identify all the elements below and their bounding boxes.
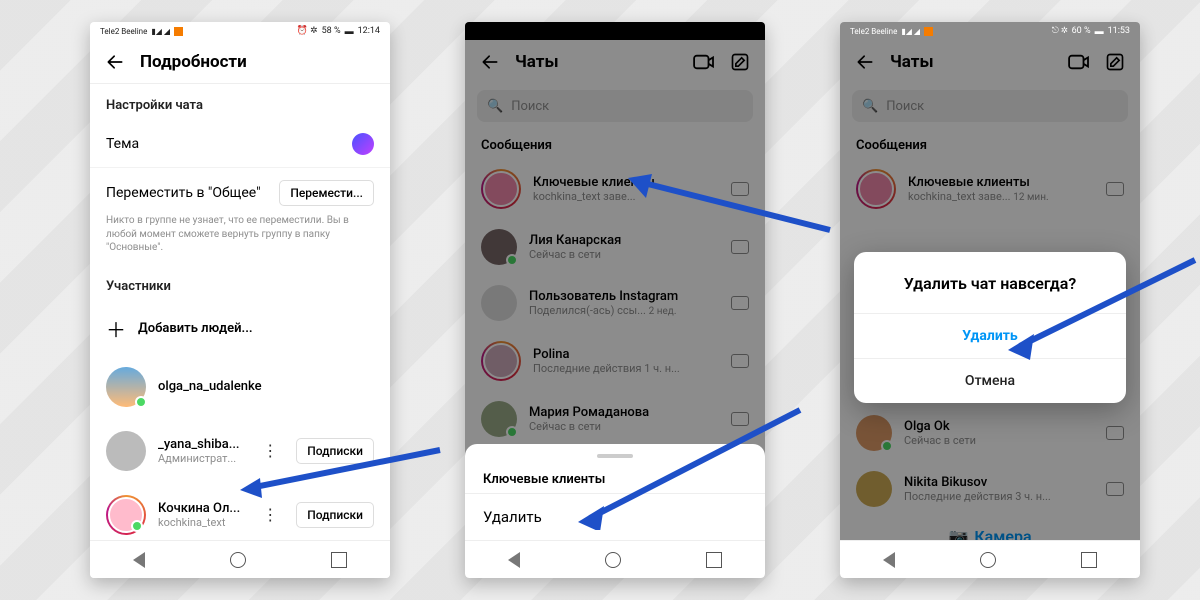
phone-details: Tele2 Beeline▮◢ ◢ ⏰ ✲58 %▬12:14 Подробно… (90, 22, 390, 578)
more-icon[interactable]: ⋮ (256, 441, 284, 460)
more-icon[interactable]: ⋮ (256, 505, 284, 524)
header: Чаты (465, 40, 765, 84)
phone-chats-sheet: Чаты 🔍 Поиск Сообщения Ключевые клиентыko… (465, 22, 765, 578)
nav-back-icon[interactable] (883, 552, 895, 568)
header: Чаты (840, 40, 1140, 84)
move-button[interactable]: Перемести... (279, 180, 374, 206)
delete-dialog: Удалить чат навсегда? Удалить Отмена (854, 252, 1126, 403)
phone-chats-dialog: Tele2 Beeline▮◢ ◢ ⎋ ✲60 %▬11:53 Чаты 🔍 По… (840, 22, 1140, 578)
member-name: _yana_shiba... (158, 437, 244, 452)
avatar (481, 341, 521, 381)
sheet-title: Ключевые клиенты (465, 466, 765, 493)
move-row: Переместить в "Общее" Перемести... (90, 168, 390, 210)
avatar (481, 285, 517, 321)
avatar (856, 169, 896, 209)
delete-option[interactable]: Удалить (465, 493, 765, 540)
compose-icon[interactable] (729, 51, 751, 73)
members-section-label: Участники (90, 265, 390, 302)
nav-back-icon[interactable] (508, 552, 520, 568)
member-name: olga_na_udalenke (158, 379, 374, 394)
avatar (856, 471, 892, 507)
search-input[interactable]: 🔍 Поиск (477, 90, 753, 122)
carrier: Tele2 Beeline (100, 27, 147, 36)
android-navbar (465, 540, 765, 578)
android-navbar (90, 540, 390, 578)
add-people-label: Добавить людей... (138, 321, 374, 336)
camera-icon[interactable] (731, 354, 749, 368)
camera-icon[interactable] (1106, 426, 1124, 440)
chat-item[interactable]: Ключевые клиентыkochkina_text заве... 12… (840, 159, 1140, 219)
member-row[interactable]: _yana_shiba...Администрат... ⋮ Подписки (90, 419, 390, 483)
chat-item[interactable]: Пользователь InstagramПоделился(-ась) сс… (465, 275, 765, 331)
compose-icon[interactable] (1104, 51, 1126, 73)
nav-recent-icon[interactable] (1081, 552, 1097, 568)
nav-back-icon[interactable] (133, 552, 145, 568)
back-icon[interactable] (104, 51, 126, 73)
avatar (106, 367, 146, 407)
move-label: Переместить в "Общее" (106, 185, 267, 201)
sheet-handle[interactable] (597, 454, 633, 458)
plus-icon: ＋ (106, 314, 126, 343)
back-icon[interactable] (479, 51, 501, 73)
camera-icon[interactable] (731, 412, 749, 426)
android-navbar (840, 540, 1140, 578)
search-input[interactable]: 🔍 Поиск (852, 90, 1128, 122)
member-row[interactable]: Кочкина Ол...kochkina_text ⋮ Подписки (90, 483, 390, 547)
status-bar: Tele2 Beeline▮◢ ◢ ⏰ ✲58 %▬12:14 (90, 22, 390, 40)
status-bar: Tele2 Beeline▮◢ ◢ ⎋ ✲60 %▬11:53 (840, 22, 1140, 40)
subscribe-button[interactable]: Подписки (296, 502, 374, 528)
video-icon[interactable] (693, 51, 715, 73)
settings-section-label: Настройки чата (90, 84, 390, 121)
subscribe-button[interactable]: Подписки (296, 438, 374, 464)
member-sub: Администрат... (158, 452, 244, 465)
back-icon[interactable] (854, 51, 876, 73)
avatar (481, 401, 517, 437)
camera-icon[interactable] (731, 240, 749, 254)
theme-label: Тема (106, 136, 340, 152)
camera-icon[interactable] (731, 182, 749, 196)
chat-item[interactable]: Nikita BikusovПоследние действия 3 ч. н.… (840, 461, 1140, 517)
avatar (481, 229, 517, 265)
avatar (481, 169, 521, 209)
search-icon: 🔍 (862, 99, 878, 114)
member-sub: kochkina_text (158, 516, 244, 529)
video-icon[interactable] (1068, 51, 1090, 73)
member-row[interactable]: olga_na_udalenke (90, 355, 390, 419)
chat-item[interactable]: Мария РомадановаСейчас в сети (465, 391, 765, 447)
chat-item[interactable]: PolinaПоследние действия 1 ч. н... (465, 331, 765, 391)
search-icon: 🔍 (487, 99, 503, 114)
dialog-delete-button[interactable]: Удалить (854, 313, 1126, 358)
add-people-row[interactable]: ＋ Добавить людей... (90, 302, 390, 355)
camera-icon[interactable] (1106, 482, 1124, 496)
bottom-sheet: Ключевые клиенты Удалить (465, 444, 765, 540)
member-name: Кочкина Ол... (158, 501, 244, 516)
dialog-cancel-button[interactable]: Отмена (854, 358, 1126, 403)
messages-section-label: Сообщения (840, 128, 1140, 159)
nav-recent-icon[interactable] (706, 552, 722, 568)
nav-home-icon[interactable] (230, 552, 246, 568)
chat-item[interactable]: Лия КанарскаяСейчас в сети (465, 219, 765, 275)
camera-icon[interactable] (731, 296, 749, 310)
page-title: Чаты (890, 52, 1054, 72)
camera-icon[interactable] (1106, 182, 1124, 196)
avatar (106, 431, 146, 471)
theme-row[interactable]: Тема (90, 121, 390, 168)
page-title: Чаты (515, 52, 679, 72)
search-placeholder: Поиск (886, 99, 924, 114)
story-ring-icon (106, 495, 146, 535)
messages-section-label: Сообщения (465, 128, 765, 159)
nav-home-icon[interactable] (605, 552, 621, 568)
nav-recent-icon[interactable] (331, 552, 347, 568)
header: Подробности (90, 40, 390, 84)
chat-item[interactable]: Olga OkСейчас в сети (840, 405, 1140, 461)
page-title: Подробности (140, 52, 376, 72)
status-bar (465, 22, 765, 40)
chat-item[interactable]: Ключевые клиентыkochkina_text заве... (465, 159, 765, 219)
nav-home-icon[interactable] (980, 552, 996, 568)
search-placeholder: Поиск (511, 99, 549, 114)
dialog-title: Удалить чат навсегда? (854, 252, 1126, 313)
avatar (856, 415, 892, 451)
theme-color-icon (352, 133, 374, 155)
move-hint: Никто в группе не узнает, что ее перемес… (90, 210, 390, 265)
